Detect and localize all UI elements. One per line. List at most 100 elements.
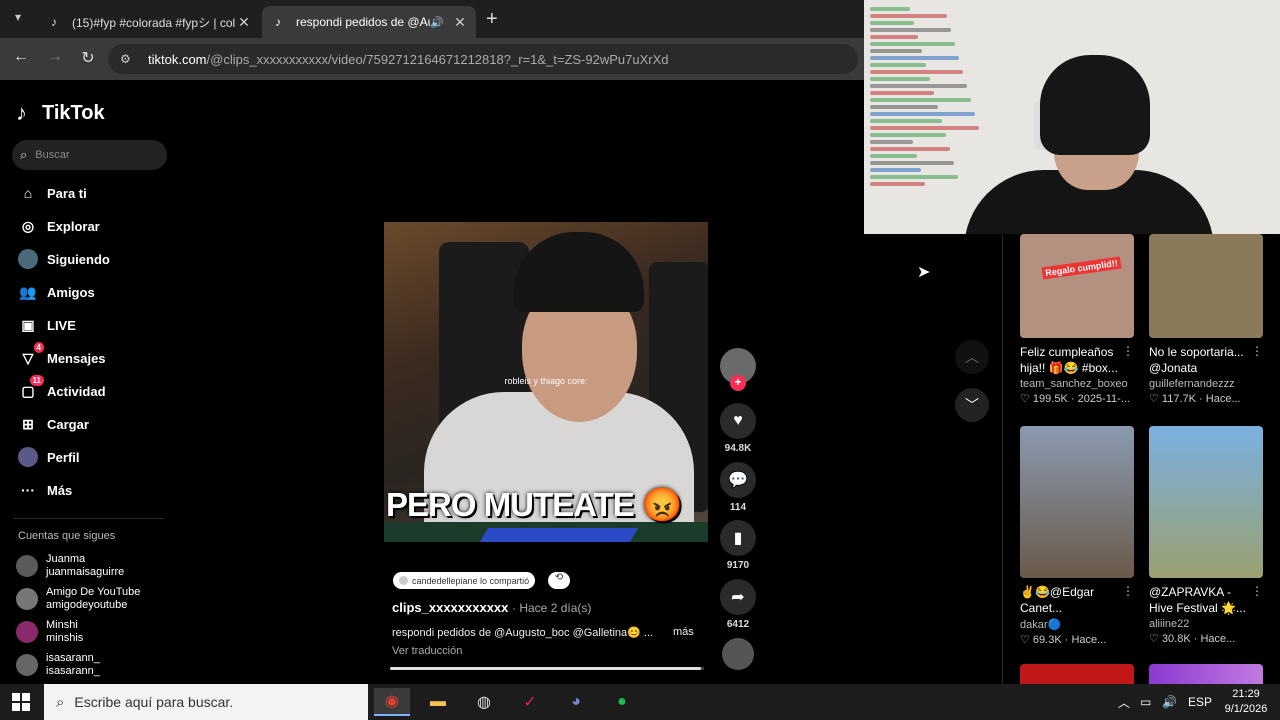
video-thumbnail[interactable]: [1149, 664, 1263, 684]
close-tab-icon[interactable]: ✕: [452, 14, 468, 31]
chat-line: [870, 119, 942, 123]
taskbar-clock[interactable]: 21:29 9/1/2026: [1216, 687, 1276, 717]
search-placeholder: Buscar: [35, 149, 70, 161]
site-info-icon[interactable]: ⚙: [120, 52, 138, 66]
video-thumbnail[interactable]: [1149, 426, 1263, 578]
video-thumbnail[interactable]: [1020, 664, 1134, 684]
reload-icon[interactable]: ↻: [77, 48, 99, 70]
share-count: 6412: [726, 619, 750, 630]
follow-plus-icon[interactable]: +: [730, 375, 746, 391]
account-name: Amigo De YouTube: [46, 586, 141, 598]
sidebar-item-cargar[interactable]: ⊞ Cargar: [18, 412, 89, 436]
language-indicator[interactable]: ESP: [1188, 684, 1212, 720]
more-options-icon[interactable]: ⋮: [1251, 584, 1263, 598]
sidebar-item-live[interactable]: ▣ LIVE: [18, 313, 76, 337]
following-account[interactable]: isasarann_ isasarann_: [16, 652, 100, 678]
network-icon[interactable]: ▭: [1140, 684, 1151, 720]
video-author-line: clips_xxxxxxxxxxx · Hace 2 día(s): [392, 600, 591, 615]
recommended-video[interactable]: ✌️😂@Edgar Canet... ⋮ dakar🔵 ♡ 69.3K · Ha…: [1020, 426, 1134, 646]
chrome-taskbar-icon[interactable]: ◉: [374, 688, 410, 716]
sidebar-item-actividad[interactable]: ▢ 11 Actividad: [18, 375, 106, 403]
video-player[interactable]: robleis y thiago core: PERO MUTEATE 😡: [384, 222, 708, 542]
address-bar[interactable]: ⚙ tiktok.com /@clips_xxxxxxxxxxx/video/7…: [108, 44, 858, 74]
messages-badge: 4: [33, 342, 44, 353]
share-icon[interactable]: ➦: [720, 579, 756, 615]
file-explorer-taskbar-icon[interactable]: ▬: [420, 688, 456, 716]
chat-line: [870, 28, 951, 32]
repost-icon[interactable]: ⟲: [548, 572, 570, 589]
previous-video-button[interactable]: ︿: [955, 340, 989, 374]
close-tab-icon[interactable]: ✕: [236, 14, 252, 31]
upload-icon: ⊞: [22, 415, 34, 432]
tab-list-icon[interactable]: ▾: [8, 10, 28, 30]
following-account[interactable]: Amigo De YouTube amigodeyoutube: [16, 586, 140, 612]
chat-line: [870, 14, 947, 18]
more-options-icon[interactable]: ⋮: [1122, 344, 1134, 358]
recommended-video[interactable]: Regalo cumplid!! Feliz cumpleaños hija!!…: [1020, 234, 1134, 405]
sidebar-item-mensajes[interactable]: ▽ 4 Mensajes: [18, 342, 106, 370]
chat-line: [870, 175, 958, 179]
chat-line: [870, 168, 921, 172]
tiktok-note-icon: ♪: [16, 100, 27, 125]
video-author: dakar🔵: [1020, 619, 1062, 631]
more-link[interactable]: más: [673, 626, 694, 638]
discord-taskbar-icon[interactable]: ◕: [558, 688, 594, 716]
recommended-video[interactable]: No le soportaria... @Jonata ⋮ guillefern…: [1149, 234, 1263, 405]
browser-tab-2[interactable]: ♪ respondi pedidos de @Aug 🔊 ✕: [262, 6, 476, 38]
comment-icon[interactable]: 💬: [720, 462, 756, 498]
forward-arrow-icon[interactable]: →: [44, 48, 66, 70]
video-thumbnail[interactable]: [1020, 426, 1134, 578]
app-taskbar-icon[interactable]: ✓: [512, 688, 548, 716]
volume-icon[interactable]: 🔊: [1162, 684, 1177, 720]
following-account[interactable]: Juanma juanmaisaguirre: [16, 553, 124, 579]
more-options-icon[interactable]: ⋮: [1251, 344, 1263, 358]
music-disc-icon[interactable]: [722, 638, 754, 670]
sidebar-item-perfil[interactable]: Perfil: [18, 445, 80, 469]
video-meta: ♡ 30.8K · Hace...: [1149, 633, 1236, 645]
url-path: /@clips_xxxxxxxxxxx/video/75927121646712…: [206, 51, 669, 67]
save-action[interactable]: ▮ 9170: [720, 520, 756, 571]
obs-taskbar-icon[interactable]: ◍: [466, 688, 502, 716]
tiktok-logo[interactable]: ♪ TikTok: [16, 100, 105, 126]
share-action[interactable]: ➦ 6412: [720, 579, 756, 630]
sidebar-item-explorar[interactable]: ◎ Explorar: [18, 214, 100, 238]
taskbar-search-input[interactable]: ⌕ Escribe aquí para buscar.: [44, 684, 368, 720]
video-thumbnail[interactable]: Regalo cumplid!!: [1020, 234, 1134, 338]
reposted-by-chip[interactable]: candedellepiane lo compartió: [393, 572, 536, 589]
next-video-button[interactable]: ﹀: [955, 388, 989, 422]
video-progress-bar[interactable]: [390, 667, 704, 670]
comment-action[interactable]: 💬 114: [720, 462, 756, 513]
windows-start-icon[interactable]: [12, 693, 30, 711]
translate-link[interactable]: Ver traducción: [392, 645, 462, 657]
more-options-icon[interactable]: ⋮: [1122, 584, 1134, 598]
account-handle: minshis: [46, 632, 84, 644]
following-account[interactable]: Minshi minshis: [16, 619, 83, 645]
like-action[interactable]: ♥ 94.8K: [720, 403, 756, 454]
speaker-icon[interactable]: 🔊: [430, 16, 446, 29]
new-tab-button[interactable]: +: [486, 8, 498, 31]
sidebar-item-para-ti[interactable]: ⌂ Para ti: [18, 181, 87, 205]
following-avatar-icon: [18, 249, 38, 269]
tab-title: respondi pedidos de @Aug: [296, 15, 430, 29]
thumbnail-text: Regalo cumplid!!: [1041, 256, 1122, 280]
comment-count: 114: [729, 502, 747, 513]
back-arrow-icon[interactable]: ←: [10, 48, 32, 70]
chat-line: [870, 140, 913, 144]
stream-chat-overlay: [870, 4, 980, 189]
tray-chevron-icon[interactable]: ︿: [1118, 684, 1130, 720]
screen: ▾ ♪ (15)#fyp #colorada #fypシ | col ✕ ♪ r…: [0, 0, 1280, 720]
recommended-video[interactable]: @ZAPRAVKA - Hive Festival 🌟... ⋮ aliiine…: [1149, 426, 1263, 645]
heart-icon[interactable]: ♥: [720, 403, 756, 439]
sidebar-item-mas[interactable]: ··· Más: [18, 478, 72, 502]
browser-tab-1[interactable]: ♪ (15)#fyp #colorada #fypシ | col ✕: [38, 6, 260, 38]
chat-line: [870, 126, 979, 130]
chat-line: [870, 182, 925, 186]
bookmark-icon[interactable]: ▮: [720, 520, 756, 556]
sidebar-item-label: Explorar: [47, 218, 100, 234]
sidebar-item-amigos[interactable]: 👥 Amigos: [18, 280, 94, 304]
sidebar-item-siguiendo[interactable]: Siguiendo: [18, 247, 110, 271]
search-input[interactable]: ⌕ Buscar: [12, 140, 167, 170]
video-thumbnail[interactable]: [1149, 234, 1263, 338]
video-author[interactable]: clips_xxxxxxxxxxx: [392, 600, 508, 615]
spotify-taskbar-icon[interactable]: ●: [604, 688, 640, 716]
